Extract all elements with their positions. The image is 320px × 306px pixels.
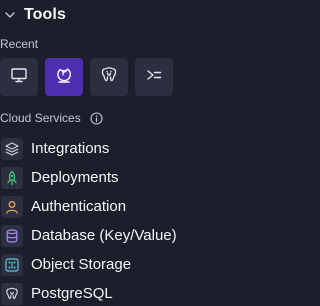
tools-title: Tools [24, 6, 66, 23]
shell-prompt-icon [145, 66, 163, 89]
monitor-icon [10, 66, 28, 89]
service-label: Integrations [31, 140, 110, 157]
chevron-down-icon[interactable] [2, 7, 18, 23]
recent-label: Recent [0, 37, 39, 51]
service-item-postgresql[interactable]: PostgreSQL [0, 279, 177, 306]
service-item-database[interactable]: Database (Key/Value) [0, 221, 177, 250]
cloud-services-label: Cloud Services [0, 111, 81, 125]
rocket-icon [1, 166, 23, 189]
service-label: Deployments [31, 169, 119, 186]
user-icon [1, 195, 23, 218]
recent-shell-button[interactable] [135, 58, 173, 96]
recent-monitor-button[interactable] [0, 58, 38, 96]
recent-postgresql-button[interactable] [90, 58, 128, 96]
cloud-services-header: Cloud Services [0, 111, 103, 125]
layers-icon [1, 137, 23, 160]
tools-panel: Tools Recent Cloud Services Integrations… [0, 0, 310, 306]
service-label: Database (Key/Value) [31, 227, 177, 244]
database-icon [1, 224, 23, 247]
postgresql-elephant-icon [1, 282, 23, 305]
info-icon[interactable] [90, 111, 103, 125]
storage-icon [1, 253, 23, 276]
cloud-services-list: Integrations Deployments Authentication [0, 134, 177, 306]
recent-tools-row [0, 58, 180, 96]
postgresql-elephant-icon [99, 65, 119, 90]
service-label: Object Storage [31, 256, 132, 273]
service-item-object-storage[interactable]: Object Storage [0, 250, 177, 279]
service-label: Authentication [31, 198, 127, 215]
recent-moon-flag-button[interactable] [45, 58, 83, 96]
tools-section-header[interactable]: Tools [0, 4, 66, 26]
service-item-authentication[interactable]: Authentication [0, 192, 177, 221]
service-item-integrations[interactable]: Integrations [0, 134, 177, 163]
moon-flag-icon [54, 65, 74, 90]
service-item-deployments[interactable]: Deployments [0, 163, 177, 192]
service-label: PostgreSQL [31, 285, 113, 302]
